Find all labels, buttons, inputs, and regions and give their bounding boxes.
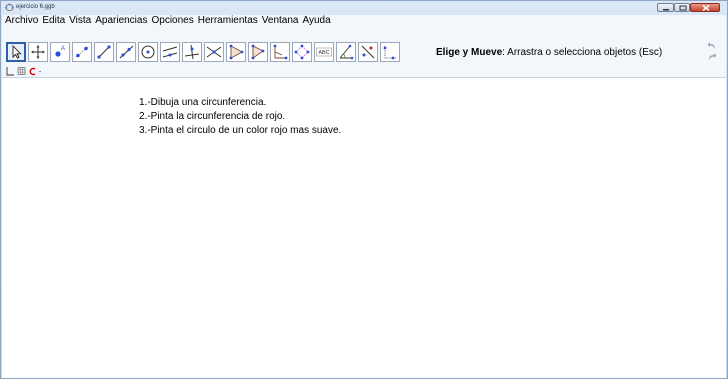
menu-opciones[interactable]: Opciones: [149, 15, 195, 27]
segment-icon: [97, 45, 111, 59]
point-icon: A: [55, 46, 65, 57]
tool-text-button[interactable]: ABC: [314, 42, 334, 62]
tool-move-button[interactable]: [6, 42, 26, 62]
regular-polygon-icon: [251, 44, 265, 60]
style-bar: [2, 65, 726, 78]
graphics-view[interactable]: 1.-Dibuja una circunferencia. 2.-Pinta l…: [2, 78, 726, 378]
menu-archivo[interactable]: Archivo: [2, 15, 40, 27]
tool-perpendicular-button[interactable]: [182, 42, 202, 62]
instructions-text: 1.-Dibuja una circunferencia. 2.-Pinta l…: [139, 96, 341, 138]
geogebra-window: ejercicio 6.ggb Archivo Edita Vista Apar…: [0, 0, 728, 379]
menu-edita[interactable]: Edita: [40, 15, 67, 27]
axes-toggle-icon[interactable]: [6, 66, 15, 76]
tool-reflect-button[interactable]: [358, 42, 378, 62]
angle-measure-icon: [339, 44, 354, 60]
tool-transform-button[interactable]: [292, 42, 312, 62]
tool-bar: A ABC Elige y Mueve: Arrastra o seleccio…: [2, 27, 726, 65]
maximize-icon: [679, 5, 687, 11]
text-icon: ABC: [316, 47, 332, 57]
tool-intersect-button[interactable]: [204, 42, 224, 62]
move-arrow-icon: [12, 44, 22, 59]
tool-parallel-button[interactable]: [160, 42, 180, 62]
undo-icon[interactable]: [707, 41, 717, 50]
tool-angle-button[interactable]: [336, 42, 356, 62]
menu-ayuda[interactable]: Ayuda: [300, 15, 332, 27]
instruction-line: 1.-Dibuja una circunferencia.: [139, 97, 267, 108]
reflect-icon: [361, 45, 375, 59]
slider-icon: [383, 46, 396, 60]
tool-vector-button[interactable]: [270, 42, 290, 62]
point-on-object-icon: [75, 46, 89, 58]
minimize-icon: [663, 9, 669, 11]
instruction-line: 3.-Pinta el circulo de un color rojo mas…: [139, 125, 342, 136]
polygon-icon: [229, 44, 244, 60]
intersect-icon: [206, 46, 222, 58]
angle-icon: [273, 44, 288, 60]
close-icon: [702, 4, 710, 12]
svg-text:A: A: [61, 46, 65, 52]
geogebra-app-icon: [5, 3, 14, 11]
redo-icon[interactable]: [707, 52, 717, 61]
tool-description-text: : Arrastra o selecciona objetos (Esc): [502, 47, 663, 58]
tool-move-view-button[interactable]: [28, 42, 48, 62]
tool-segment-button[interactable]: [94, 42, 114, 62]
tool-point-button[interactable]: A: [50, 42, 70, 62]
tool-slider-button[interactable]: [380, 42, 400, 62]
tool-ray-button[interactable]: [116, 42, 136, 62]
menu-herramientas[interactable]: Herramientas: [196, 15, 260, 27]
menu-ventana[interactable]: Ventana: [260, 15, 301, 27]
tool-point-on-object-button[interactable]: [72, 42, 92, 62]
move-view-icon: [31, 45, 45, 59]
tool-circle-button[interactable]: [138, 42, 158, 62]
tool-regular-polygon-button[interactable]: [248, 42, 268, 62]
tool-description: Elige y Mueve: Arrastra o selecciona obj…: [436, 47, 662, 59]
menu-apariencias[interactable]: Apariencias: [93, 15, 149, 27]
minimize-button[interactable]: [657, 3, 674, 12]
text-tool-label: ABC: [318, 50, 329, 56]
menu-vista[interactable]: Vista: [67, 15, 93, 27]
title-bar[interactable]: ejercicio 6.ggb: [1, 1, 727, 15]
ray-icon: [119, 45, 134, 59]
circle-icon: [141, 45, 155, 59]
tool-polygon-button[interactable]: [226, 42, 246, 62]
tool-description-name: Elige y Mueve: [436, 47, 503, 58]
instruction-line: 2.-Pinta la circunferencia de rojo.: [139, 111, 286, 122]
close-button[interactable]: [690, 3, 720, 12]
perpendicular-line-icon: [184, 44, 200, 60]
transform-icon: [294, 44, 310, 60]
point-capturing-icon[interactable]: [29, 66, 43, 76]
menu-bar: Archivo Edita Vista Apariencias Opciones…: [2, 15, 726, 27]
grid-toggle-icon[interactable]: [17, 66, 26, 76]
maximize-button[interactable]: [674, 3, 690, 12]
parallel-line-icon: [162, 46, 178, 58]
window-title: ejercicio 6.ggb: [16, 4, 55, 10]
